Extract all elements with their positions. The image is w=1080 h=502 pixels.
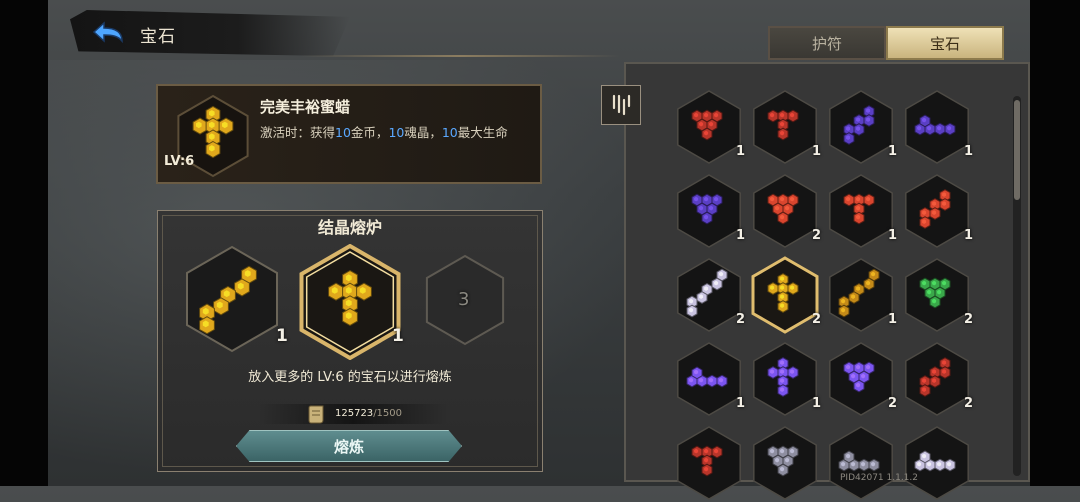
inventory-scroll-thumb[interactable]: [1014, 100, 1020, 200]
inventory-gem-14-count: 1: [812, 396, 822, 411]
inventory-gem-1-icon: [677, 90, 741, 164]
inventory-gem-9-frame: [677, 258, 741, 332]
inventory-gem-10-icon: [751, 256, 819, 334]
inventory-gem-11[interactable]: 1: [824, 256, 898, 334]
right-letterbox: [1030, 0, 1080, 486]
inventory-gem-16-icon: [905, 342, 969, 416]
inventory-gem-14-icon: [753, 342, 817, 416]
desc-value-gold: 10: [335, 125, 351, 140]
inventory-gem-7-icon: [829, 174, 893, 248]
inventory-gem-4-icon: [905, 90, 969, 164]
desc-text-hp: 最大生命: [457, 125, 508, 140]
inventory-gem-13[interactable]: 1: [672, 340, 746, 418]
smelt-button[interactable]: 熔炼: [236, 430, 462, 462]
inventory-gem-20[interactable]: [900, 424, 974, 502]
desc-value-hp: 10: [441, 125, 458, 140]
inventory-gem-15[interactable]: 2: [824, 340, 898, 418]
inventory-gem-17-icon: [677, 426, 741, 500]
furnace-slot-1[interactable]: [184, 244, 280, 358]
inventory-gem-2-icon: [753, 90, 817, 164]
page-title: 宝石: [140, 27, 176, 47]
scroll-icon: [308, 405, 324, 424]
desc-text-soul: 魂晶，: [404, 125, 442, 140]
inventory-gem-2-count: 1: [812, 144, 822, 159]
inventory-gem-12-icon: [905, 258, 969, 332]
inventory-gem-11-icon: [829, 258, 893, 332]
inventory-gem-6-icon: [753, 174, 817, 248]
inventory-gem-11-count: 1: [888, 312, 898, 327]
inventory-gem-4[interactable]: 1: [900, 88, 974, 166]
furnace-slot-1-count: 1: [276, 326, 288, 346]
inventory-gem-15-icon: [829, 342, 893, 416]
inventory-gem-8[interactable]: 1: [900, 172, 974, 250]
inventory-gem-5-count: 1: [736, 228, 746, 243]
inventory-gem-17[interactable]: [672, 424, 746, 502]
inventory-gem-5-icon: [677, 174, 741, 248]
furnace-slot-3-label: 3: [458, 289, 470, 310]
inventory-gem-9-icon: [677, 258, 741, 332]
furnace-title: 结晶熔炉: [317, 218, 382, 237]
furnace-slot-2[interactable]: [296, 243, 404, 364]
inventory-gem-7[interactable]: 1: [824, 172, 898, 250]
cost-required: /1500: [373, 408, 403, 419]
inventory-gem-6[interactable]: 2: [748, 172, 822, 250]
inventory-gem-3-icon: [829, 90, 893, 164]
inventory-gem-9-count: 2: [736, 312, 746, 327]
inventory-gem-13-count: 1: [736, 396, 746, 411]
inventory-gem-16[interactable]: 2: [900, 340, 974, 418]
inventory-gem-9[interactable]: 2: [672, 256, 746, 334]
build-id: PID42071 1.1.1.2: [840, 473, 918, 483]
inventory-gem-8-count: 1: [964, 228, 974, 243]
inventory-gem-18[interactable]: [748, 424, 822, 502]
inventory-gem-16-count: 2: [964, 396, 974, 411]
desc-value-soul: 10: [388, 125, 405, 140]
inventory-gem-3-count: 1: [888, 144, 898, 159]
cost-current: 125723: [335, 408, 374, 419]
inventory-gem-15-count: 2: [888, 396, 898, 411]
inventory-gem-5[interactable]: 1: [672, 172, 746, 250]
inventory-gem-10-count: 2: [812, 312, 822, 327]
gem-level: LV:6: [164, 154, 195, 169]
inventory-gem-12[interactable]: 2: [900, 256, 974, 334]
gem-name: 完美丰裕蜜蜡: [260, 98, 351, 116]
inventory-gem-1[interactable]: 1: [672, 88, 746, 166]
cost-amount: 125723/1500: [335, 408, 402, 419]
filter-button[interactable]: [601, 85, 641, 125]
back-button[interactable]: [92, 20, 126, 48]
inventory-gem-6-count: 2: [812, 228, 822, 243]
filter-icon: [612, 94, 631, 116]
inventory-gem-12-count: 2: [964, 312, 974, 327]
inventory-gem-10[interactable]: 2: [748, 256, 822, 334]
furnace-hint: 放入更多的 LV:6 的宝石以进行熔炼: [248, 370, 452, 385]
left-letterbox: [0, 0, 48, 486]
inventory-gem-19[interactable]: [824, 424, 898, 502]
inventory-gem-18-icon: [753, 426, 817, 500]
desc-text-gold: 金币，: [350, 125, 389, 140]
inventory-gem-14[interactable]: 1: [748, 340, 822, 418]
inventory-gem-11-frame: [829, 258, 893, 332]
inventory-gem-13-icon: [677, 342, 741, 416]
inventory-gem-20-icon: [905, 426, 969, 500]
tab-amulet[interactable]: 护符: [768, 26, 886, 60]
inventory-gem-4-count: 1: [964, 144, 974, 159]
inventory-gem-8-icon: [905, 174, 969, 248]
inventory-gem-7-count: 1: [888, 228, 898, 243]
back-arrow-icon: [92, 21, 123, 44]
inventory-gem-3[interactable]: 1: [824, 88, 898, 166]
gem-info-card: LV:6 完美丰裕蜜蜡 激活时：获得10金币，10魂晶，10最大生命: [156, 84, 542, 184]
tab-gem[interactable]: 宝石: [886, 26, 1004, 60]
inventory-gem-1-count: 1: [736, 144, 746, 159]
inventory-gem-19-icon: [829, 426, 893, 500]
gem-description: 激活时：获得10金币，10魂晶，10最大生命: [260, 122, 508, 141]
desc-prefix: 激活时：获得: [260, 125, 336, 140]
furnace-slot-2-count: 1: [392, 326, 404, 346]
header-divider: [300, 55, 620, 57]
inventory-gem-2[interactable]: 1: [748, 88, 822, 166]
